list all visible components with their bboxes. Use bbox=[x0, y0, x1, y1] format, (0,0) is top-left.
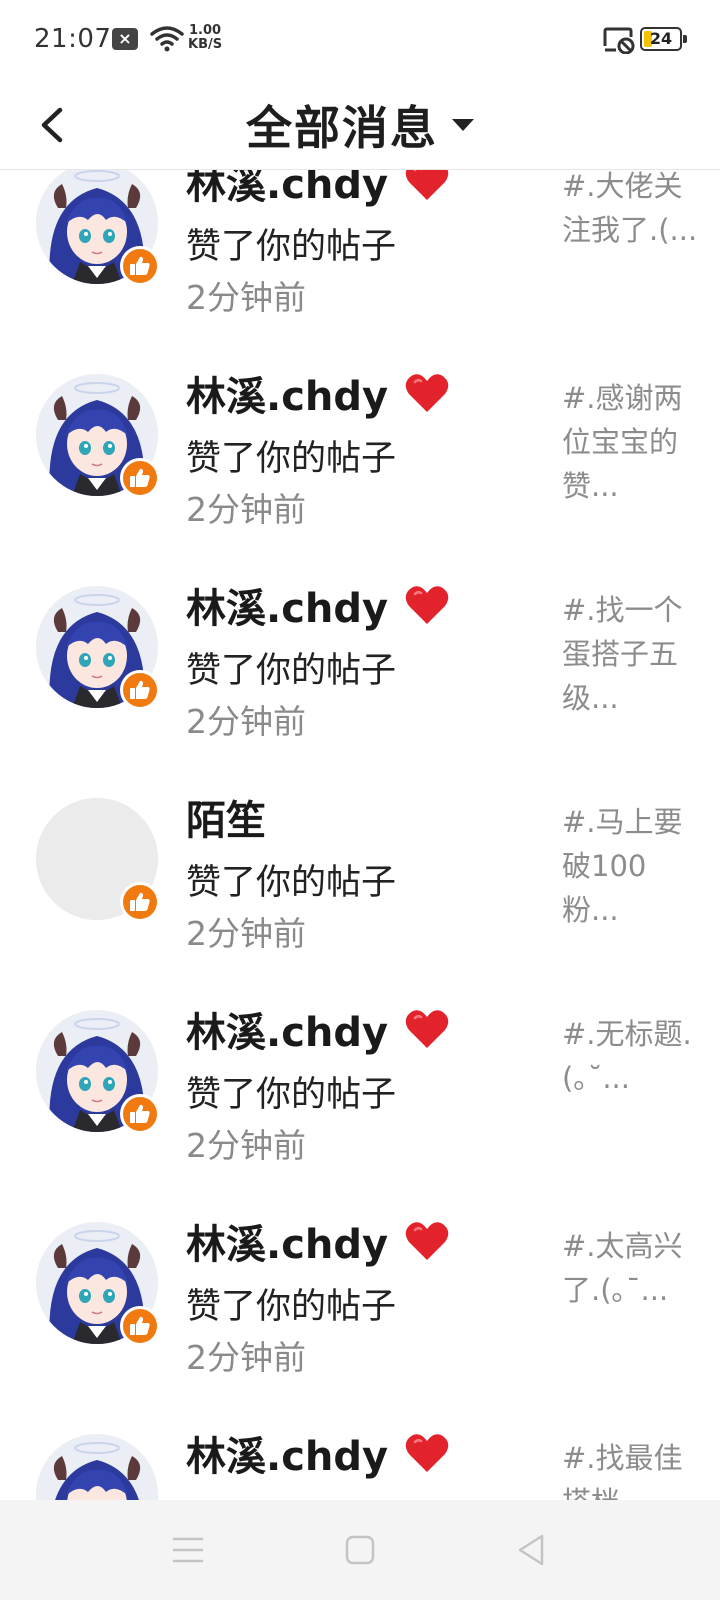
message-action: 赞了你的帖子 bbox=[186, 1490, 396, 1500]
message-time: 2分钟前 bbox=[186, 490, 306, 529]
message-row[interactable]: 林溪.chdy 赞了你的帖子 2分钟前 #.太高兴了.(｡¯... bbox=[0, 1196, 720, 1408]
user-name[interactable]: 林溪.chdy bbox=[186, 170, 450, 210]
avatar[interactable] bbox=[36, 1434, 158, 1500]
post-preview[interactable]: #.无标题.(｡˘... bbox=[562, 1012, 702, 1100]
message-row[interactable]: 林溪.chdy 赞了你的帖子 #.找最佳搭档... bbox=[0, 1408, 720, 1500]
message-time: 2分钟前 bbox=[186, 1126, 306, 1165]
heart-icon bbox=[405, 170, 449, 200]
message-action: 赞了你的帖子 bbox=[186, 863, 397, 903]
message-row[interactable]: 林溪.chdy 赞了你的帖子 2分钟前 #.感谢两位宝宝的赞... bbox=[0, 348, 720, 560]
avatar-image bbox=[36, 1434, 158, 1500]
network-speed-unit: KB/S bbox=[188, 37, 223, 52]
user-name[interactable]: 林溪.chdy bbox=[186, 1212, 450, 1270]
user-name-text: 林溪.chdy bbox=[186, 170, 389, 208]
heart-icon bbox=[405, 1010, 449, 1048]
home-square-icon[interactable] bbox=[340, 1530, 380, 1570]
avatar[interactable] bbox=[36, 1222, 160, 1346]
post-preview[interactable]: #.马上要破100粉... bbox=[562, 800, 702, 932]
heart-icon bbox=[405, 1222, 449, 1260]
header-bar: 全部消息 bbox=[0, 80, 720, 170]
heart-icon bbox=[405, 374, 449, 412]
battery-level-text: 24 bbox=[649, 29, 673, 48]
network-speed: 1.00 KB/S bbox=[188, 24, 222, 52]
avatar[interactable] bbox=[36, 586, 160, 710]
avatar[interactable] bbox=[36, 1010, 160, 1134]
menu-icon[interactable] bbox=[168, 1530, 208, 1570]
thumbs-up-icon bbox=[120, 246, 160, 286]
user-name[interactable]: 林溪.chdy bbox=[186, 1424, 450, 1482]
message-row[interactable]: 陌笙 赞了你的帖子 2分钟前 #.马上要破100粉... bbox=[0, 772, 720, 984]
message-row[interactable]: 林溪.chdy 赞了你的帖子 2分钟前 #.大佬关注我了.(... bbox=[0, 170, 720, 348]
system-nav-bar bbox=[0, 1500, 720, 1600]
heart-icon bbox=[405, 586, 449, 624]
network-speed-value: 1.00 bbox=[189, 23, 222, 38]
message-list-inner: 林溪.chdy 赞了你的帖子 2分钟前 #.大佬关注我了.(... 林溪.chd… bbox=[0, 170, 720, 1500]
user-name-text: 林溪.chdy bbox=[186, 1222, 389, 1268]
message-action: 赞了你的帖子 bbox=[186, 1287, 397, 1327]
user-name-text: 林溪.chdy bbox=[186, 1434, 389, 1480]
user-name[interactable]: 陌笙 bbox=[186, 788, 266, 846]
user-name[interactable]: 林溪.chdy bbox=[186, 364, 450, 422]
message-action: 赞了你的帖子 bbox=[186, 1075, 397, 1115]
thumbs-up-icon bbox=[120, 1306, 160, 1346]
message-time: 2分钟前 bbox=[186, 278, 306, 317]
wifi-icon bbox=[150, 26, 184, 52]
thumbs-up-icon bbox=[120, 670, 160, 710]
user-name-text: 陌笙 bbox=[186, 798, 266, 844]
post-preview[interactable]: #.找一个蛋搭子五级... bbox=[562, 588, 702, 720]
avatar[interactable] bbox=[36, 170, 160, 286]
title-dropdown[interactable]: 全部消息 bbox=[0, 92, 720, 158]
message-time: 2分钟前 bbox=[186, 914, 306, 953]
user-name-text: 林溪.chdy bbox=[186, 1010, 389, 1056]
message-time: 2分钟前 bbox=[186, 1338, 306, 1377]
user-name-text: 林溪.chdy bbox=[186, 586, 389, 632]
post-preview[interactable]: #.太高兴了.(｡¯... bbox=[562, 1224, 702, 1312]
avatar[interactable] bbox=[36, 374, 160, 498]
notification-x-icon: × bbox=[112, 28, 138, 50]
post-preview[interactable]: #.感谢两位宝宝的赞... bbox=[562, 376, 702, 508]
user-name[interactable]: 林溪.chdy bbox=[186, 576, 450, 634]
message-list[interactable]: 林溪.chdy 赞了你的帖子 2分钟前 #.大佬关注我了.(... 林溪.chd… bbox=[0, 170, 720, 1500]
user-name-text: 林溪.chdy bbox=[186, 374, 389, 420]
message-row[interactable]: 林溪.chdy 赞了你的帖子 2分钟前 #.找一个蛋搭子五级... bbox=[0, 560, 720, 772]
back-triangle-icon[interactable] bbox=[512, 1530, 552, 1570]
page-title[interactable]: 全部消息 bbox=[246, 101, 438, 155]
battery-icon: 24 bbox=[640, 27, 687, 51]
post-preview[interactable]: #.大佬关注我了.(... bbox=[562, 170, 702, 252]
message-time: 2分钟前 bbox=[186, 702, 306, 741]
thumbs-up-icon bbox=[120, 1094, 160, 1134]
message-action: 赞了你的帖子 bbox=[186, 651, 397, 691]
thumbs-up-icon bbox=[120, 458, 160, 498]
thumbs-up-icon bbox=[120, 882, 160, 922]
message-action: 赞了你的帖子 bbox=[186, 227, 397, 267]
status-time: 21:07 bbox=[34, 24, 112, 54]
message-row[interactable]: 林溪.chdy 赞了你的帖子 2分钟前 #.无标题.(｡˘... bbox=[0, 984, 720, 1196]
cast-off-icon bbox=[603, 27, 635, 54]
avatar[interactable] bbox=[36, 798, 160, 922]
post-preview[interactable]: #.找最佳搭档... bbox=[562, 1436, 702, 1500]
caret-down-icon[interactable] bbox=[452, 119, 474, 131]
user-name[interactable]: 林溪.chdy bbox=[186, 1000, 450, 1058]
heart-icon bbox=[405, 1434, 449, 1472]
status-bar: 21:07 × 1.00 KB/S 24 bbox=[0, 0, 720, 80]
message-action: 赞了你的帖子 bbox=[186, 439, 397, 479]
